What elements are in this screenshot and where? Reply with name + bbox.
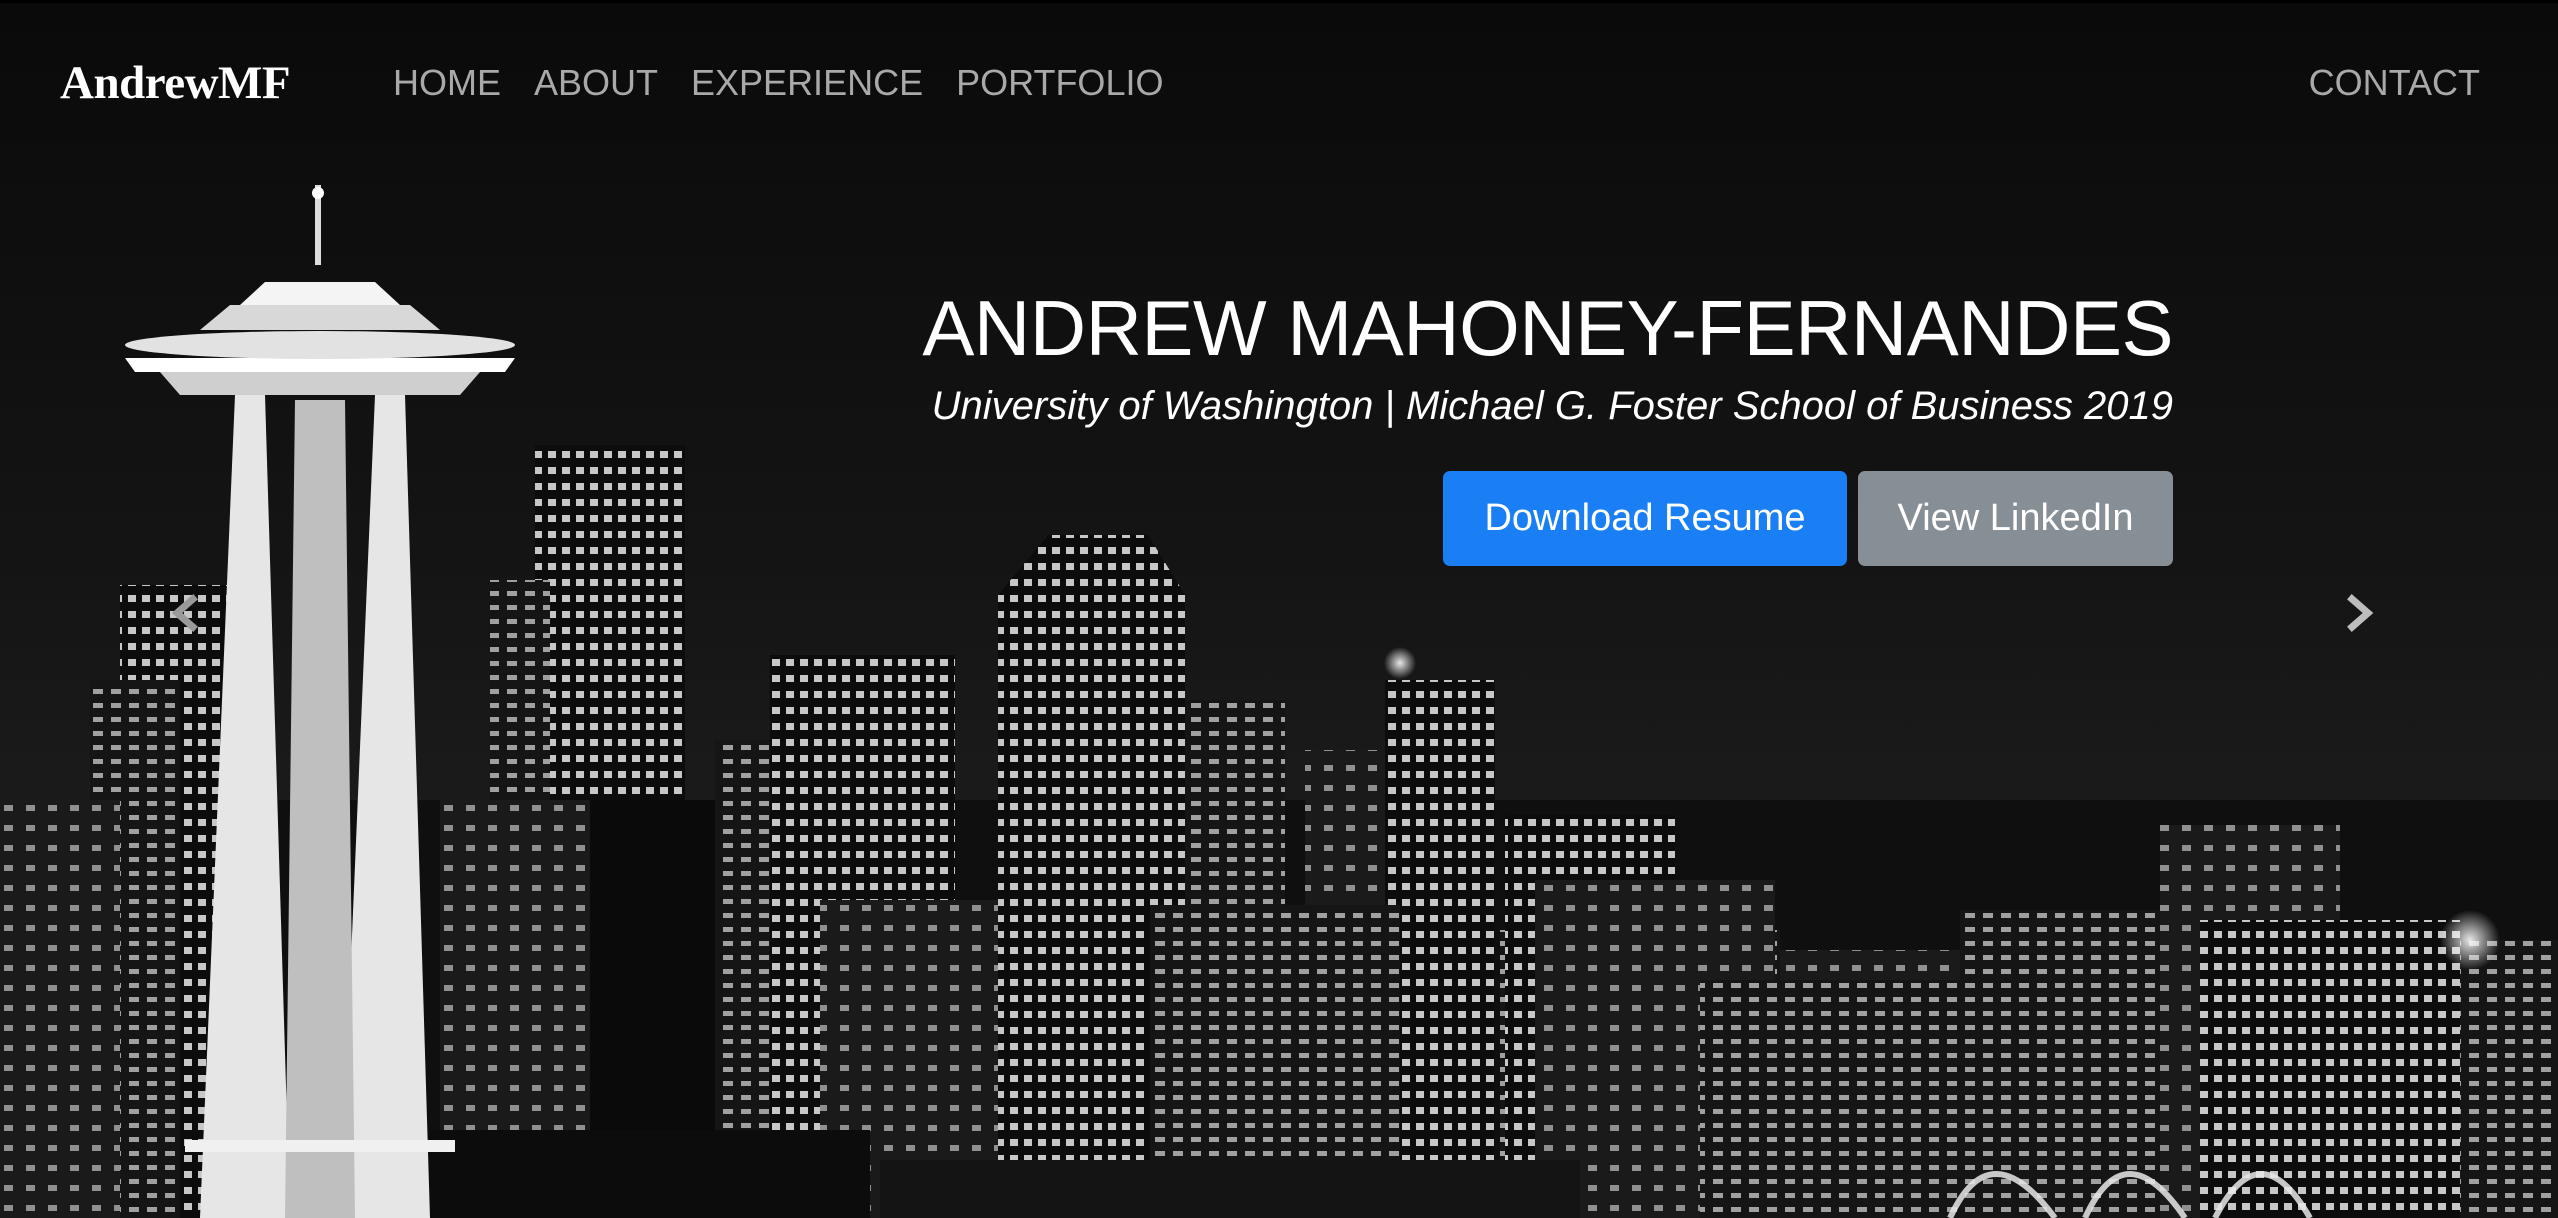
nav-link-home[interactable]: HOME xyxy=(393,62,501,104)
hero-title: ANDREW MAHONEY-FERNANDES xyxy=(922,284,2173,372)
nav-link-about[interactable]: ABOUT xyxy=(534,62,658,104)
navbar: AndrewMF HOME ABOUT EXPERIENCE PORTFOLIO… xyxy=(0,0,2558,170)
nav-link-portfolio[interactable]: PORTFOLIO xyxy=(956,62,1163,104)
seattle-skyline-background-image xyxy=(0,185,2558,1218)
brand-logo[interactable]: AndrewMF xyxy=(60,56,291,110)
hero-button-row: Download Resume View LinkedIn xyxy=(922,471,2173,566)
chevron-right-icon xyxy=(2347,594,2374,632)
hero-subtitle: University of Washington | Michael G. Fo… xyxy=(931,384,2173,428)
view-linkedin-button[interactable]: View LinkedIn xyxy=(1858,471,2173,566)
download-resume-button[interactable]: Download Resume xyxy=(1443,471,1847,566)
nav-link-contact[interactable]: CONTACT xyxy=(2309,62,2480,104)
hero-caption: ANDREW MAHONEY-FERNANDES University of W… xyxy=(922,282,2173,566)
carousel-prev-button[interactable] xyxy=(155,583,215,643)
chevron-left-icon xyxy=(171,594,198,632)
nav-link-experience[interactable]: EXPERIENCE xyxy=(691,62,923,104)
nav-links: HOME ABOUT EXPERIENCE PORTFOLIO xyxy=(393,62,1163,104)
hero-carousel: AndrewMF HOME ABOUT EXPERIENCE PORTFOLIO… xyxy=(0,0,2558,1218)
carousel-next-button[interactable] xyxy=(2330,583,2390,643)
